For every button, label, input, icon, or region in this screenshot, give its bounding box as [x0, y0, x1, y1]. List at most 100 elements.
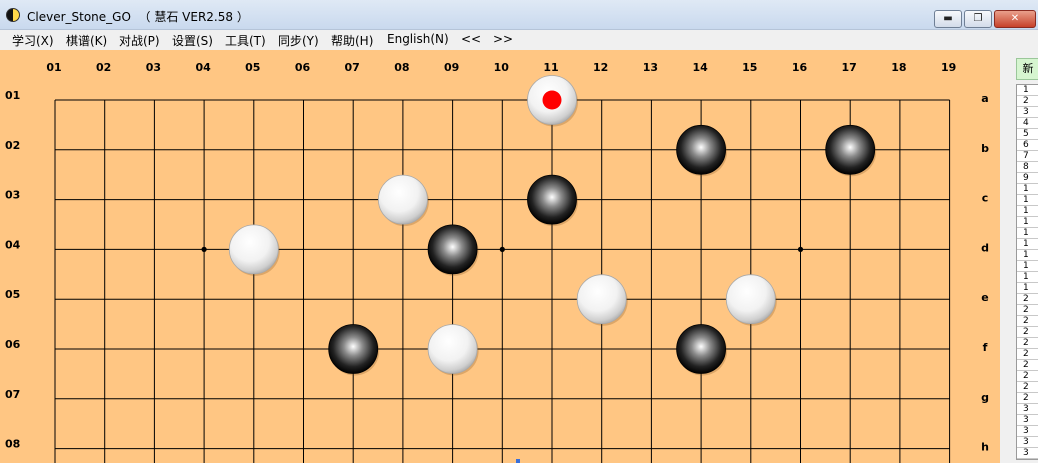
move-list[interactable]: 1234567891111111111222222222233333: [1016, 84, 1038, 460]
move-list-row[interactable]: 3: [1017, 437, 1038, 448]
minimize-button[interactable]: ▬: [934, 10, 962, 28]
move-list-row[interactable]: 1: [1017, 217, 1038, 228]
black-stone: [676, 124, 728, 177]
row-labels: 01 02 03 04 05 06 07 08: [5, 89, 21, 451]
move-list-row[interactable]: 1: [1017, 184, 1038, 195]
move-list-row[interactable]: 1: [1017, 250, 1038, 261]
move-list-row[interactable]: 1: [1017, 206, 1038, 217]
move-list-row[interactable]: 3: [1017, 415, 1038, 426]
black-stone: [427, 224, 479, 276]
column-label: 02: [96, 61, 111, 74]
black-stone: [527, 174, 578, 227]
move-list-row[interactable]: 8: [1017, 162, 1038, 173]
move-list-row[interactable]: 2: [1017, 294, 1038, 305]
column-label: 17: [842, 61, 857, 74]
white-stone: [576, 274, 628, 326]
white-stone: [228, 224, 280, 276]
board-grid: [54, 99, 951, 463]
row-label: 04: [5, 238, 21, 251]
row-label: 05: [5, 288, 20, 301]
menu-battle[interactable]: 对战(P): [119, 32, 160, 49]
column-label: 03: [146, 61, 161, 74]
move-list-row[interactable]: 1: [1017, 195, 1038, 206]
stones: [228, 75, 877, 376]
window-title: Clever_Stone_GO （ 慧石 VER2.58 ）: [27, 10, 249, 24]
menu-prev[interactable]: <<: [461, 32, 481, 46]
move-list-row[interactable]: 9: [1017, 173, 1038, 184]
move-list-row[interactable]: 3: [1017, 426, 1038, 437]
menu-game-record[interactable]: 棋谱(K): [66, 32, 107, 49]
column-label: 13: [643, 61, 658, 74]
menu-next[interactable]: >>: [493, 32, 513, 46]
move-list-row[interactable]: 2: [1017, 360, 1038, 371]
row-letter-labels: a b c d e f g h: [981, 92, 989, 454]
move-list-row[interactable]: 6: [1017, 140, 1038, 151]
column-label: 04: [195, 61, 211, 74]
row-label: 02: [5, 139, 20, 152]
status-marker: [516, 459, 520, 463]
move-list-row[interactable]: 2: [1017, 96, 1038, 107]
column-label: 01: [46, 61, 61, 74]
maximize-button[interactable]: ❐: [964, 10, 992, 28]
white-stone: [527, 75, 578, 127]
column-label: 12: [593, 61, 608, 74]
move-list-row[interactable]: 1: [1017, 239, 1038, 250]
column-label: 18: [891, 61, 906, 74]
move-list-row[interactable]: 1: [1017, 261, 1038, 272]
move-list-row[interactable]: 1: [1017, 283, 1038, 294]
column-label: 19: [941, 61, 956, 74]
row-label: 07: [5, 388, 20, 401]
move-list-row[interactable]: 2: [1017, 382, 1038, 393]
column-label: 10: [494, 61, 510, 74]
move-list-row[interactable]: 7: [1017, 151, 1038, 162]
menu-settings[interactable]: 设置(S): [172, 32, 213, 49]
go-board[interactable]: 01 02 03 04 05 06 07 08 09 10 11 12 13 14 15 16 17 18 19 0…: [0, 50, 1000, 463]
row-letter-label: e: [981, 291, 988, 304]
column-label: 08: [394, 61, 409, 74]
move-list-row[interactable]: 2: [1017, 371, 1038, 382]
close-button[interactable]: ✕: [994, 10, 1036, 28]
menu-study[interactable]: 学习(X): [12, 32, 54, 49]
column-labels: 01 02 03 04 05 06 07 08 09 10 11 12 13 14 15 16 17 18 19: [46, 61, 956, 74]
menu-help[interactable]: 帮助(H): [331, 32, 373, 49]
move-list-row[interactable]: 1: [1017, 272, 1038, 283]
column-label: 15: [742, 61, 757, 74]
menu-sync[interactable]: 同步(Y): [278, 32, 319, 49]
row-letter-label: a: [981, 92, 988, 105]
row-label: 01: [5, 89, 20, 102]
black-stone: [676, 324, 728, 376]
move-list-row[interactable]: 2: [1017, 349, 1038, 360]
move-list-row[interactable]: 1: [1017, 228, 1038, 239]
star-point: [201, 246, 207, 252]
column-label: 11: [543, 61, 558, 74]
black-stone: [328, 324, 380, 376]
move-list-row[interactable]: 5: [1017, 129, 1038, 140]
column-label: 16: [792, 61, 808, 74]
app-yin-yang-icon: [6, 8, 20, 22]
row-letter-label: d: [981, 241, 989, 254]
row-label: 03: [5, 189, 20, 202]
menu-tools[interactable]: 工具(T): [225, 32, 266, 49]
move-list-row[interactable]: 2: [1017, 305, 1038, 316]
menu-english[interactable]: English(N): [387, 32, 449, 46]
white-stone: [427, 324, 479, 376]
move-list-row[interactable]: 2: [1017, 393, 1038, 404]
go-board-canvas[interactable]: 01 02 03 04 05 06 07 08 09 10 11 12 13 14 15 16 17 18 19 0…: [0, 50, 1000, 463]
move-list-row[interactable]: 1: [1017, 85, 1038, 96]
column-label: 14: [692, 61, 708, 74]
black-stone: [825, 124, 877, 177]
move-list-row[interactable]: 2: [1017, 327, 1038, 338]
move-list-row[interactable]: 3: [1017, 448, 1038, 459]
move-list-row[interactable]: 2: [1017, 338, 1038, 349]
row-letter-label: h: [981, 441, 989, 454]
panel-tab[interactable]: 新: [1016, 58, 1038, 80]
column-label: 05: [245, 61, 260, 74]
white-stone: [725, 274, 777, 326]
move-list-row[interactable]: 3: [1017, 107, 1038, 118]
column-label: 09: [444, 61, 459, 74]
row-letter-label: c: [982, 192, 989, 205]
move-list-row[interactable]: 4: [1017, 118, 1038, 129]
row-label: 08: [5, 438, 20, 451]
move-list-row[interactable]: 2: [1017, 316, 1038, 327]
move-list-row[interactable]: 3: [1017, 404, 1038, 415]
